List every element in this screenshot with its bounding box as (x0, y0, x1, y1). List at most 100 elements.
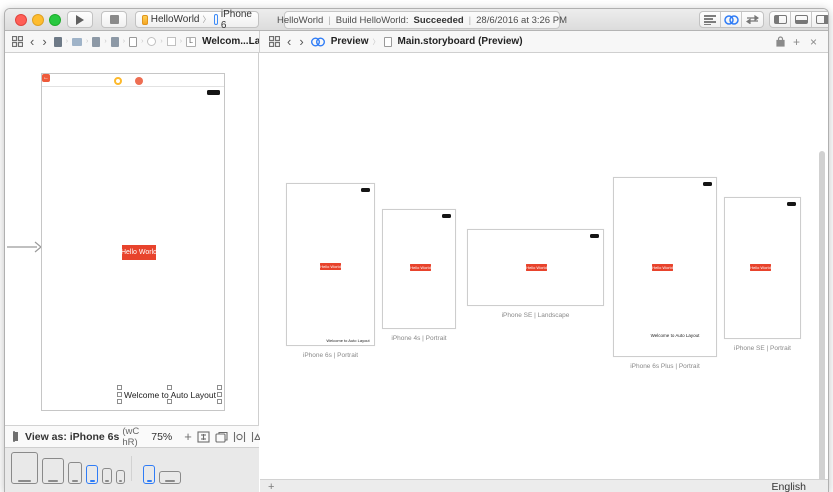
add-device-config-button[interactable]: + (184, 429, 192, 444)
scene-dock: ← (42, 74, 224, 87)
iphone-icon (213, 14, 218, 25)
storyboard-canvas[interactable]: ← Hello World Welcome to Auto Layout (5, 53, 259, 425)
add-editor-button[interactable]: + (793, 35, 800, 49)
status-separator: | (468, 14, 472, 26)
jumpbar-left: ‹ › › › › › › › › L Welcom...Layout (5, 31, 281, 53)
related-items-icon[interactable] (269, 36, 280, 47)
crumb-separator: › (65, 38, 69, 45)
preview-language-selector[interactable]: English (772, 481, 806, 492)
preview-caption: iPhone 6s | Portrait (302, 352, 359, 359)
crumb-separator: 〉 (372, 38, 380, 46)
divider (131, 456, 132, 481)
add-preview-device-button[interactable]: + (268, 481, 274, 492)
close-window-button[interactable] (15, 14, 27, 26)
view-controller-frame[interactable]: ← Hello World Welcome to Auto Layout (41, 73, 225, 411)
scheme-destination-label: iPhone 6 (220, 8, 252, 31)
activity-status-bar: HelloWorld | Build HelloWorld: Succeeded… (277, 11, 567, 29)
view-as-label[interactable]: View as: iPhone 6s (25, 431, 119, 443)
file-crumb-icon[interactable] (92, 36, 101, 47)
project-crumb-icon[interactable] (53, 36, 62, 47)
selection-handle[interactable] (167, 385, 172, 390)
status-build-label: Build HelloWorld: (335, 14, 409, 26)
device-iphone4s-button[interactable] (116, 470, 125, 484)
hello-world-label[interactable]: Hello World (122, 245, 156, 260)
hello-world-label: Hello World (750, 264, 771, 271)
hello-world-label: Hello World (410, 264, 431, 271)
view-controller-icon[interactable] (114, 77, 122, 85)
debug-panel-icon (794, 15, 808, 24)
status-bar-battery-icon (361, 188, 370, 192)
preview-pane[interactable]: Hello World Welcome to Auto Layout iPhon… (260, 53, 828, 492)
welcome-label: Welcome to Auto Layout (650, 333, 700, 338)
preview-device: Hello World iPhone SE | Landscape (467, 229, 604, 319)
file-crumb-icon[interactable] (110, 36, 119, 47)
toggle-document-outline-button[interactable] (13, 431, 18, 442)
exit-segue-icon[interactable]: ← (42, 74, 50, 82)
assistant-editor-button[interactable] (721, 12, 742, 27)
close-assistant-button[interactable]: × (810, 35, 817, 49)
scheme-selector[interactable]: HelloWorld 〉 iPhone 6 (135, 8, 259, 31)
vertical-scrollbar[interactable] (819, 151, 825, 492)
crumb-separator: › (160, 38, 163, 45)
scheme-separator: 〉 (202, 15, 211, 24)
toggle-inspector-button[interactable] (812, 12, 828, 27)
selection-handle[interactable] (217, 385, 222, 390)
selection-handle[interactable] (117, 385, 122, 390)
preview-file-label[interactable]: Main.storyboard (Preview) (398, 36, 523, 47)
back-button[interactable]: ‹ (287, 35, 291, 48)
status-bar-battery-icon (703, 182, 712, 186)
selection-handle[interactable] (117, 392, 122, 397)
preview-screen: Hello World (724, 197, 801, 339)
orientation-portrait-button[interactable] (143, 465, 155, 484)
run-button[interactable] (67, 11, 93, 28)
zoom-level-label[interactable]: 75% (151, 431, 172, 443)
toggle-debug-area-button[interactable] (791, 12, 812, 27)
preview-caption: iPhone SE | Landscape (501, 312, 570, 319)
embed-button[interactable] (215, 431, 228, 443)
preview-caption: iPhone SE | Portrait (734, 345, 791, 352)
label-crumb-icon[interactable]: L (186, 36, 197, 47)
first-responder-icon[interactable] (135, 77, 143, 85)
assistant-mode-icon (310, 37, 325, 47)
view-crumb-icon[interactable] (166, 37, 176, 46)
device-iphone6s-plus-button[interactable] (68, 462, 82, 484)
related-items-icon[interactable] (12, 36, 23, 47)
forward-button[interactable]: › (299, 35, 303, 48)
scene-crumb-icon[interactable] (147, 37, 157, 46)
status-separator: | (328, 14, 331, 26)
zoom-window-button[interactable] (49, 14, 61, 26)
stop-button[interactable] (101, 11, 127, 28)
device-iphone-se-button[interactable] (102, 468, 112, 484)
assistant-mode-label[interactable]: Preview (331, 36, 369, 47)
align-button[interactable] (233, 431, 246, 443)
selection-handle[interactable] (217, 392, 222, 397)
size-class-label: (wC hR) (122, 425, 140, 448)
minimize-window-button[interactable] (32, 14, 44, 26)
version-editor-icon (746, 15, 759, 24)
crumb-separator: › (122, 38, 126, 45)
preview-screen: Hello World Welcome to Auto Layout (286, 183, 375, 346)
scheme-project-label: HelloWorld (150, 14, 200, 25)
status-bar-battery-icon (590, 234, 599, 238)
device-iphone6s-button[interactable] (86, 465, 98, 484)
selection-handle[interactable] (117, 399, 122, 404)
selection-handle[interactable] (167, 399, 172, 404)
device-ipad-pro-button[interactable] (11, 452, 38, 484)
crumb-separator: › (86, 38, 89, 45)
forward-button[interactable]: › (42, 35, 46, 48)
storyboard-crumb-icon[interactable] (129, 36, 138, 47)
standard-editor-button[interactable] (700, 12, 721, 27)
preview-caption: iPhone 4s | Portrait (391, 335, 447, 342)
stack-button[interactable] (197, 430, 210, 443)
back-button[interactable]: ‹ (30, 35, 34, 48)
version-editor-button[interactable] (742, 12, 763, 27)
crumb-separator: › (141, 38, 144, 45)
folder-crumb-icon[interactable] (72, 37, 83, 46)
device-ipad-button[interactable] (42, 458, 64, 484)
preview-screen: Hello World Welcome to Auto Layout (613, 177, 717, 357)
toggle-navigator-button[interactable] (770, 12, 791, 27)
device-configuration-bar: Vary for Traits Device Orientation (5, 447, 259, 492)
status-timestamp: 28/6/2016 at 3:26 PM (476, 14, 567, 26)
selection-handle[interactable] (217, 399, 222, 404)
orientation-landscape-button[interactable] (159, 471, 181, 484)
